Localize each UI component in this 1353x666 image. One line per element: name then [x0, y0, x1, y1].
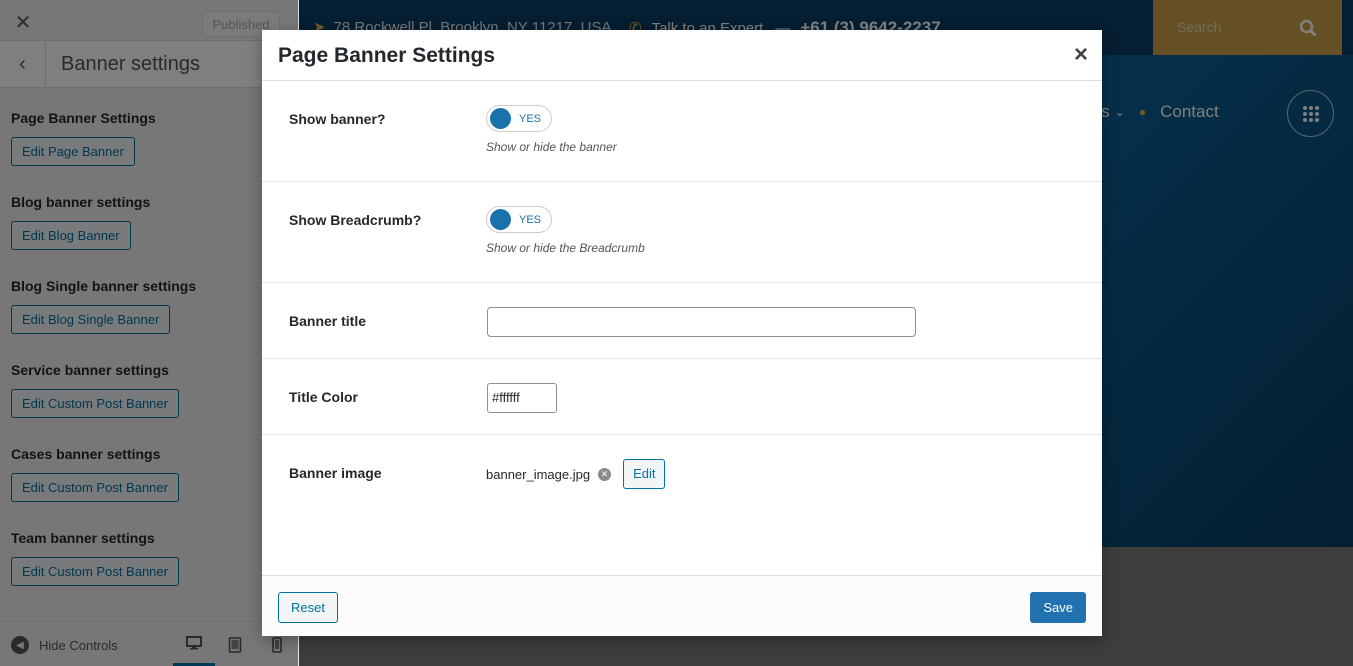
show-banner-row: Show banner? YES Show or hide the banner	[262, 81, 1102, 182]
show-breadcrumb-desc: Show or hide the Breadcrumb	[486, 241, 645, 255]
show-banner-toggle[interactable]: YES	[486, 105, 552, 132]
close-icon[interactable]: ×	[1074, 43, 1088, 67]
remove-file-icon[interactable]: ✕	[598, 467, 612, 481]
show-breadcrumb-label: Show Breadcrumb?	[289, 212, 422, 228]
show-breadcrumb-row: Show Breadcrumb? YES Show or hide the Br…	[262, 182, 1102, 283]
save-button[interactable]: Save	[1030, 592, 1086, 623]
toggle-knob	[490, 108, 511, 129]
banner-image-row: Banner image banner_image.jpg ✕ Edit	[262, 435, 1102, 575]
banner-title-input[interactable]	[487, 307, 916, 337]
page-banner-settings-modal: Page Banner Settings × Show banner? YES …	[262, 30, 1102, 636]
toggle-knob	[490, 209, 511, 230]
toggle-text: YES	[519, 113, 542, 125]
toggle-text: YES	[519, 214, 542, 226]
banner-image-field: banner_image.jpg ✕ Edit	[486, 459, 666, 489]
show-breadcrumb-field: YES Show or hide the Breadcrumb	[486, 206, 645, 255]
reset-button[interactable]: Reset	[278, 592, 338, 623]
sidebar-dim-overlay	[0, 0, 298, 666]
modal-header: Page Banner Settings ×	[262, 30, 1102, 81]
banner-title-field	[487, 307, 916, 337]
show-banner-label: Show banner?	[289, 111, 386, 127]
customizer-sidebar: ✕ Published ‹ Banner settings Page Banne…	[0, 0, 299, 666]
banner-title-label: Banner title	[289, 313, 367, 329]
modal-footer: Reset Save	[262, 575, 1102, 636]
banner-image-label: Banner image	[289, 465, 382, 481]
title-color-field: #ffffff	[487, 383, 557, 413]
modal-title: Page Banner Settings	[278, 44, 496, 67]
edit-image-button[interactable]: Edit	[623, 459, 666, 489]
show-breadcrumb-toggle[interactable]: YES	[486, 206, 552, 233]
title-color-label: Title Color	[289, 389, 358, 405]
title-color-row: Title Color #ffffff	[262, 359, 1102, 435]
banner-image-filename: banner_image.jpg	[486, 466, 591, 482]
show-banner-field: YES Show or hide the banner	[486, 105, 617, 154]
title-color-input[interactable]: #ffffff	[487, 383, 557, 413]
banner-title-row: Banner title	[262, 283, 1102, 359]
show-banner-desc: Show or hide the banner	[486, 140, 617, 154]
